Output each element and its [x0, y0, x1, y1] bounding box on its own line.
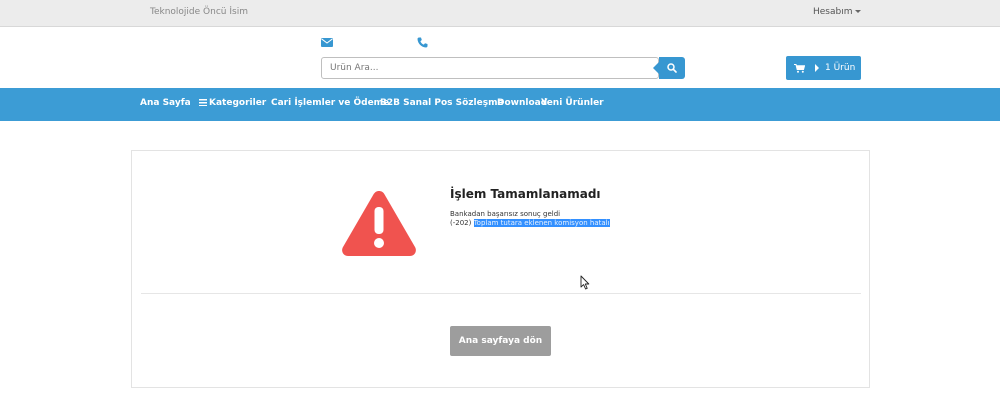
search-bar [321, 57, 685, 79]
error-text-selected: Toplam tutara eklenen komisyon hatalı [473, 219, 610, 227]
warning-triangle-icon [342, 191, 416, 256]
cart-button[interactable]: 1 Ürün [786, 56, 861, 80]
nav-item-b2b-pos[interactable]: B2B Sanal Pos Sözleşme [380, 98, 504, 108]
search-button[interactable] [653, 57, 685, 79]
cart-count: 1 Ürün [825, 63, 856, 73]
nav-item-home[interactable]: Ana Sayfa [140, 98, 191, 108]
top-bar: Teknolojide Öncü İsim Hesabım [0, 0, 1000, 27]
nav-item-categories[interactable]: Kategoriler [199, 98, 266, 108]
mouse-cursor-icon [580, 275, 590, 290]
account-label: Hesabım [813, 7, 853, 17]
nav-item-download[interactable]: Download [497, 98, 547, 108]
nav-item-new-products[interactable]: Yeni Ürünler [541, 98, 604, 108]
account-menu[interactable]: Hesabım [813, 7, 861, 17]
site-tagline: Teknolojide Öncü İsim [150, 7, 248, 17]
main-nav: Ana Sayfa Kategoriler Cari İşlemler ve Ö… [0, 88, 1000, 121]
nav-item-categories-label: Kategoriler [209, 98, 267, 108]
divider [141, 293, 861, 294]
error-code: (-202) [450, 219, 472, 227]
nav-item-accounts-payment[interactable]: Cari İşlemler ve Ödeme [271, 98, 389, 108]
phone-icon[interactable] [417, 37, 428, 48]
back-home-button[interactable]: Ana sayfaya dön [450, 326, 551, 356]
result-message: Bankadan başarısız sonuç geldi (-202) To… [450, 210, 610, 228]
cart-icon [794, 63, 805, 73]
bars-icon [199, 99, 207, 106]
header: 1 Ürün [0, 28, 1000, 88]
search-input[interactable] [321, 57, 659, 79]
result-line-1: Bankadan başarısız sonuç geldi [450, 210, 561, 218]
search-icon [667, 63, 677, 73]
result-line-2: (-202) Toplam tutara eklenen komisyon ha… [450, 219, 610, 228]
caret-down-icon [854, 10, 861, 13]
result-panel: İşlem Tamamlanamadı Bankadan başarısız s… [131, 150, 870, 388]
chevron-right-icon [815, 64, 819, 72]
envelope-icon[interactable] [321, 38, 333, 47]
result-title: İşlem Tamamlanamadı [450, 187, 601, 201]
